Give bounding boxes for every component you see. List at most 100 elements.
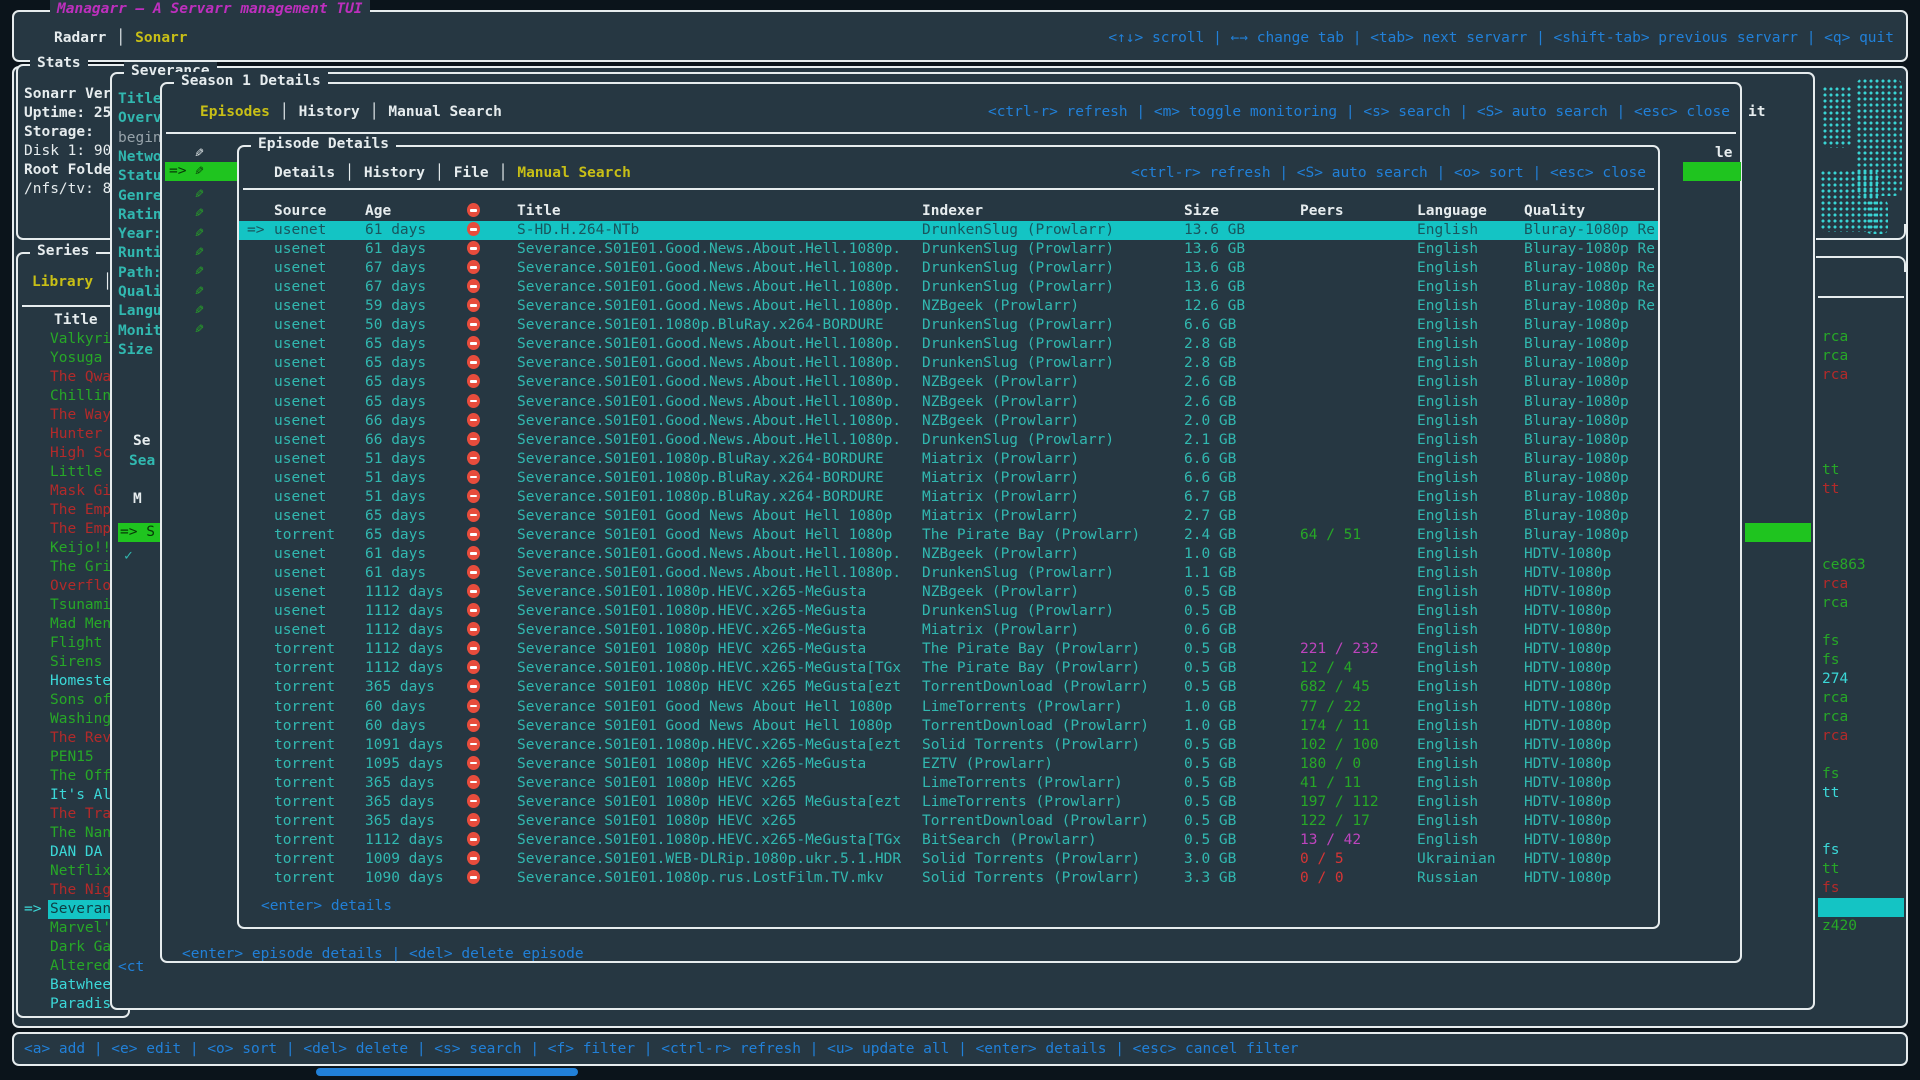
search-result-row[interactable]: torrent1090 daysSeverance.S01E01.1080p.r…	[239, 869, 1658, 888]
search-result-row[interactable]: usenet65 daysSeverance S01E01 Good News …	[239, 507, 1658, 526]
tab-radarr[interactable]: Radarr	[54, 30, 106, 46]
search-result-row[interactable]: torrent365 daysSeverance S01E01 1080p HE…	[239, 774, 1658, 793]
reject-icon	[467, 564, 480, 583]
cell-age: 365 days	[365, 678, 435, 697]
series-field-label: Path:	[118, 264, 162, 283]
search-result-row[interactable]: usenet61 daysSeverance.S01E01.Good.News.…	[239, 564, 1658, 583]
search-result-row[interactable]: torrent1112 daysSeverance.S01E01.1080p.H…	[239, 659, 1658, 678]
tab-ep-manual-search[interactable]: Manual Search	[517, 165, 631, 181]
series-item-label: Dark Ga	[50, 938, 111, 957]
series-field-label: Runti	[118, 244, 162, 263]
search-result-row[interactable]: torrent60 daysSeverance S01E01 Good News…	[239, 717, 1658, 736]
seasons-panel-title-fragment: Se	[133, 432, 150, 451]
cell-quality: HDTV-1080p	[1524, 717, 1611, 736]
cell-title: Severance.S01E01.WEB-DLRip.1080p.ukr.5.1…	[517, 850, 901, 869]
tab-episodes[interactable]: Episodes	[200, 104, 270, 120]
cell-age: 60 days	[365, 717, 426, 736]
selected-season-row-left[interactable]: => S	[118, 523, 166, 542]
cell-quality: HDTV-1080p	[1524, 736, 1611, 755]
series-item-label: Valkyri	[50, 330, 111, 349]
search-result-row[interactable]: usenet65 daysSeverance.S01E01.Good.News.…	[239, 335, 1658, 354]
cell-size: 12.6 GB	[1184, 297, 1245, 316]
search-result-row[interactable]: torrent1009 daysSeverance.S01E01.WEB-DLR…	[239, 850, 1658, 869]
cell-src: torrent	[274, 755, 335, 774]
search-result-row[interactable]: torrent1091 daysSeverance.S01E01.1080p.H…	[239, 736, 1658, 755]
cell-quality: HDTV-1080p	[1524, 831, 1611, 850]
search-result-row[interactable]: usenet50 daysSeverance.S01E01.1080p.BluR…	[239, 316, 1658, 335]
tab-library[interactable]: Library	[32, 274, 93, 290]
cell-lang: English	[1417, 393, 1478, 412]
search-result-row[interactable]: torrent60 daysSeverance S01E01 Good News…	[239, 698, 1658, 717]
search-result-row[interactable]: usenet65 daysSeverance.S01E01.Good.News.…	[239, 354, 1658, 373]
search-result-row[interactable]: usenet66 daysSeverance.S01E01.Good.News.…	[239, 412, 1658, 431]
cell-lang: English	[1417, 354, 1478, 373]
tab-season-history[interactable]: History	[299, 104, 360, 120]
app-title: Managarr — A Servarr management TUI	[50, 0, 370, 19]
search-result-row[interactable]: usenet51 daysSeverance.S01E01.1080p.BluR…	[239, 488, 1658, 507]
cell-age: 365 days	[365, 793, 435, 812]
episode-monitor-header-icon: ✎	[195, 144, 204, 163]
search-result-row[interactable]: usenet67 daysSeverance.S01E01.Good.News.…	[239, 259, 1658, 278]
search-result-row[interactable]: torrent365 daysSeverance S01E01 1080p HE…	[239, 812, 1658, 831]
cell-src: usenet	[274, 469, 326, 488]
cell-lang: English	[1417, 335, 1478, 354]
search-result-row[interactable]: usenet51 daysSeverance.S01E01.1080p.BluR…	[239, 469, 1658, 488]
cell-size: 0.5 GB	[1184, 678, 1236, 697]
reject-icon	[467, 507, 480, 526]
horizontal-scrollbar-thumb[interactable]	[316, 1068, 578, 1076]
cell-quality: Bluray-1080p Re	[1524, 221, 1655, 240]
cell-title: Severance.S01E01.1080p.HEVC.x265-MeGusta	[517, 583, 866, 602]
cell-lang: English	[1417, 545, 1478, 564]
cell-lang: English	[1417, 373, 1478, 392]
cell-quality: HDTV-1080p	[1524, 755, 1611, 774]
tab-ep-history[interactable]: History	[364, 165, 425, 181]
reject-icon	[467, 488, 480, 507]
cell-age: 65 days	[365, 507, 426, 526]
cell-peers: 197 / 112	[1300, 793, 1379, 812]
search-result-row[interactable]: usenet65 daysSeverance.S01E01.Good.News.…	[239, 393, 1658, 412]
reject-icon	[467, 736, 480, 755]
cell-indexer: DrunkenSlug (Prowlarr)	[922, 259, 1114, 278]
search-result-row[interactable]: usenet1112 daysSeverance.S01E01.1080p.HE…	[239, 602, 1658, 621]
search-result-row[interactable]: usenet61 daysSeverance.S01E01.Good.News.…	[239, 240, 1658, 259]
cell-size: 13.6 GB	[1184, 240, 1245, 259]
tab-ep-file[interactable]: File	[454, 165, 489, 181]
search-result-row[interactable]: torrent1112 daysSeverance.S01E01.1080p.H…	[239, 831, 1658, 850]
library-selected-row-right	[1818, 898, 1904, 917]
tab-ep-details[interactable]: Details	[274, 165, 335, 181]
tab-season-manual-search[interactable]: Manual Search	[388, 104, 502, 120]
search-result-row[interactable]: torrent65 daysSeverance S01E01 Good News…	[239, 526, 1658, 545]
cell-lang: English	[1417, 793, 1478, 812]
search-result-row[interactable]: =>usenet61 daysS-HD.H.264-NTbDrunkenSlug…	[239, 221, 1658, 240]
search-result-row[interactable]: torrent365 daysSeverance S01E01 1080p HE…	[239, 793, 1658, 812]
cell-quality: Bluray-1080p Re	[1524, 259, 1655, 278]
series-item-label: Mask Gi	[50, 482, 111, 501]
cell-indexer: TorrentDownload (Prowlarr)	[922, 812, 1149, 831]
search-result-row[interactable]: torrent1112 daysSeverance S01E01 1080p H…	[239, 640, 1658, 659]
cell-src: usenet	[274, 297, 326, 316]
search-result-row[interactable]: usenet1112 daysSeverance.S01E01.1080p.HE…	[239, 583, 1658, 602]
cell-lang: English	[1417, 488, 1478, 507]
library-row-fragment: rca	[1822, 727, 1848, 746]
series-item-label: Mad Men	[50, 615, 111, 634]
search-result-row[interactable]: torrent365 daysSeverance S01E01 1080p HE…	[239, 678, 1658, 697]
search-result-row[interactable]: torrent1095 daysSeverance S01E01 1080p H…	[239, 755, 1658, 774]
cell-size: 0.5 GB	[1184, 659, 1236, 678]
search-result-row[interactable]: usenet67 daysSeverance.S01E01.Good.News.…	[239, 278, 1658, 297]
tab-sonarr[interactable]: Sonarr	[135, 30, 187, 46]
search-result-row[interactable]: usenet51 daysSeverance.S01E01.1080p.BluR…	[239, 450, 1658, 469]
cell-age: 1112 days	[365, 831, 444, 850]
search-result-row[interactable]: usenet1112 daysSeverance.S01E01.1080p.HE…	[239, 621, 1658, 640]
episodes-header-fragment: le	[1715, 144, 1732, 163]
cell-title: Severance.S01E01.1080p.BluRay.x264-BORDU…	[517, 488, 884, 507]
search-result-row[interactable]: usenet61 daysSeverance.S01E01.Good.News.…	[239, 545, 1658, 564]
reject-icon	[467, 335, 480, 354]
cell-src: torrent	[274, 831, 335, 850]
cell-quality: Bluray-1080p Re	[1524, 278, 1655, 297]
library-title-header: Title	[54, 311, 98, 330]
search-result-row[interactable]: usenet59 daysSeverance.S01E01.Good.News.…	[239, 297, 1658, 316]
selected-episode-row-left[interactable]: => ✎	[165, 162, 243, 181]
series-item-label: The Gri	[50, 558, 111, 577]
search-result-row[interactable]: usenet66 daysSeverance.S01E01.Good.News.…	[239, 431, 1658, 450]
search-result-row[interactable]: usenet65 daysSeverance.S01E01.Good.News.…	[239, 373, 1658, 392]
